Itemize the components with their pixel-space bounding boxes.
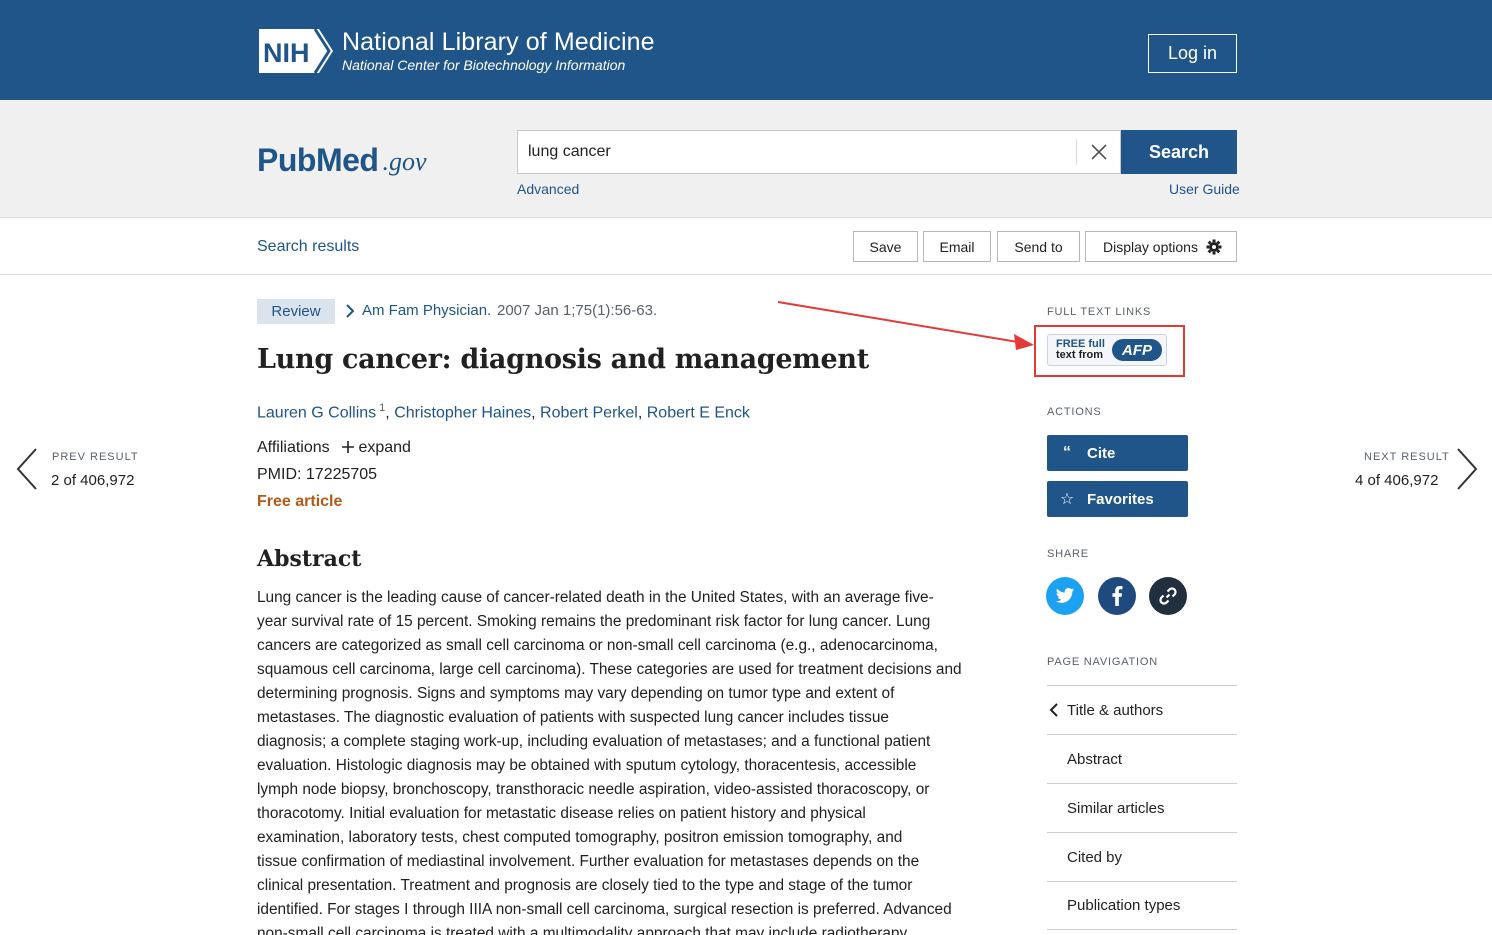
next-result-count[interactable]: 4 of 406,972 bbox=[1355, 472, 1438, 489]
pubmed-logo-suffix: .gov bbox=[382, 147, 427, 176]
save-button[interactable]: Save bbox=[853, 231, 918, 262]
abstract-line: metastases. The diagnostic evaluation of… bbox=[257, 709, 889, 726]
search-button[interactable]: Search bbox=[1121, 130, 1237, 174]
page-nav-similar-articles[interactable]: Similar articles bbox=[1047, 783, 1237, 832]
abstract-line: clinical presentation. Treatment and pro… bbox=[257, 877, 913, 894]
expand-affiliations-button[interactable]: expand bbox=[342, 439, 411, 457]
author-link[interactable]: Christopher Haines bbox=[394, 404, 531, 421]
abstract-line: identified. For stages I through IIIA no… bbox=[257, 901, 952, 918]
share-heading: SHARE bbox=[1047, 548, 1089, 560]
page-nav-cited-by[interactable]: Cited by bbox=[1047, 832, 1237, 881]
author-link[interactable]: Robert Perkel bbox=[540, 404, 638, 421]
page-nav-label: Title & authors bbox=[1067, 701, 1164, 719]
page-nav-label: Cited by bbox=[1067, 848, 1123, 866]
pubmed-logo-text: PubMed bbox=[257, 142, 379, 178]
page-nav-title-authors[interactable]: Title & authors bbox=[1047, 685, 1237, 734]
pmid: PMID: 17225705 bbox=[257, 466, 378, 483]
nih-subtitle: National Center for Biotechnology Inform… bbox=[342, 57, 626, 73]
abstract-line: Lung cancer is the leading cause of canc… bbox=[257, 589, 934, 606]
affiliations-label: Affiliations bbox=[257, 439, 330, 456]
link-icon bbox=[1159, 587, 1177, 605]
nih-logo-text: NIH bbox=[263, 38, 310, 68]
pubmed-logo[interactable]: PubMed .gov bbox=[257, 125, 426, 179]
send-to-button[interactable]: Send to bbox=[997, 231, 1080, 262]
nih-banner: NIH National Library of Medicine Nationa… bbox=[0, 0, 1492, 100]
facebook-share-button[interactable] bbox=[1098, 577, 1136, 615]
annotation-arrow-icon bbox=[777, 301, 1034, 350]
abstract-line: non-small cell carcinoma is treated with… bbox=[257, 925, 911, 935]
abstract-line: year survival rate of 15 percent. Smokin… bbox=[257, 613, 931, 630]
chevron-left-icon bbox=[1049, 703, 1058, 717]
nih-title-block[interactable]: National Library of Medicine National Ce… bbox=[342, 28, 655, 74]
abstract-line: squamous cell carcinoma, large cell carc… bbox=[257, 661, 962, 678]
display-options-button[interactable]: Display options bbox=[1085, 231, 1237, 262]
prev-result-chevron-icon[interactable] bbox=[14, 446, 40, 492]
page-nav-label: Publication types bbox=[1067, 897, 1181, 914]
abstract-heading: Abstract bbox=[257, 546, 362, 572]
actions-heading: ACTIONS bbox=[1047, 406, 1102, 418]
search-box bbox=[517, 130, 1121, 174]
article-type-badge: Review bbox=[257, 299, 335, 324]
user-guide-link[interactable]: User Guide bbox=[1169, 181, 1240, 197]
favorites-label: Favorites bbox=[1087, 490, 1154, 508]
page-navigation-list: Title & authors Abstract Similar article… bbox=[1047, 685, 1237, 930]
gear-icon bbox=[1206, 239, 1222, 254]
search-input[interactable] bbox=[528, 131, 1068, 173]
expand-label: expand bbox=[358, 439, 411, 456]
page-nav-label: Abstract bbox=[1067, 750, 1123, 768]
next-result-chevron-icon[interactable] bbox=[1454, 446, 1480, 492]
abstract-line: lymph node biopsy, bronchoscopy, transth… bbox=[257, 781, 930, 798]
prev-result-count[interactable]: 2 of 406,972 bbox=[51, 472, 134, 489]
nih-logo[interactable]: NIH bbox=[257, 27, 335, 75]
twitter-share-button[interactable] bbox=[1046, 577, 1084, 615]
next-result-label[interactable]: NEXT RESULT bbox=[1364, 451, 1450, 463]
annotation-highlight-box bbox=[1034, 325, 1185, 377]
favorites-button[interactable]: ☆ Favorites bbox=[1047, 481, 1188, 517]
abstract-text: Lung cancer is the leading cause of canc… bbox=[257, 586, 982, 935]
author-list: Lauren G Collins 1, Christopher Haines, R… bbox=[257, 402, 750, 422]
author-link[interactable]: Robert E Enck bbox=[647, 404, 750, 421]
plus-icon bbox=[342, 441, 354, 453]
login-button[interactable]: Log in bbox=[1148, 34, 1237, 73]
prev-result-label[interactable]: PREV RESULT bbox=[52, 451, 139, 463]
abstract-line: thoracotomy. Initial evaluation for meta… bbox=[257, 805, 866, 822]
twitter-icon bbox=[1055, 587, 1075, 603]
cite-label: Cite bbox=[1087, 444, 1116, 462]
abstract-line: evaluation. Histologic diagnosis may be … bbox=[257, 757, 917, 774]
search-results-link[interactable]: Search results bbox=[257, 238, 359, 256]
abstract-line: cancers are categorized as small cell ca… bbox=[257, 637, 938, 654]
page-navigation-heading: PAGE NAVIGATION bbox=[1047, 656, 1159, 668]
free-article-label: Free article bbox=[257, 493, 343, 510]
abstract-line: examination, laboratory tests, chest com… bbox=[257, 829, 903, 846]
full-text-links-heading: FULL TEXT LINKS bbox=[1047, 306, 1152, 318]
copy-link-share-button[interactable] bbox=[1149, 577, 1187, 615]
email-button[interactable]: Email bbox=[923, 231, 991, 262]
citation-date: 2007 Jan 1;75(1):56-63. bbox=[497, 302, 658, 319]
abstract-line: diagnosis; a complete staging work-up, i… bbox=[257, 733, 931, 750]
display-options-label: Display options bbox=[1103, 238, 1198, 255]
close-icon bbox=[1090, 144, 1107, 160]
page-nav-abstract[interactable]: Abstract bbox=[1047, 734, 1237, 783]
cite-button[interactable]: “ Cite bbox=[1047, 435, 1188, 471]
journal-link[interactable]: Am Fam Physician. bbox=[362, 302, 491, 319]
abstract-line: determining prognosis. Signs and symptom… bbox=[257, 685, 895, 702]
page-nav-label: Similar articles bbox=[1067, 799, 1165, 817]
nih-title: National Library of Medicine bbox=[342, 28, 655, 56]
quote-icon: “ bbox=[1063, 444, 1071, 461]
abstract-line: tissue confirmation of mediastinal invol… bbox=[257, 853, 920, 870]
clear-search-button[interactable] bbox=[1076, 139, 1120, 165]
star-icon: ☆ bbox=[1059, 491, 1075, 508]
page-nav-publication-types[interactable]: Publication types bbox=[1047, 881, 1237, 930]
author-link[interactable]: Lauren G Collins bbox=[257, 404, 376, 421]
advanced-search-link[interactable]: Advanced bbox=[517, 181, 579, 197]
facebook-icon bbox=[1112, 586, 1123, 606]
article-toolbar bbox=[0, 219, 1492, 275]
chevron-right-icon bbox=[346, 304, 355, 318]
